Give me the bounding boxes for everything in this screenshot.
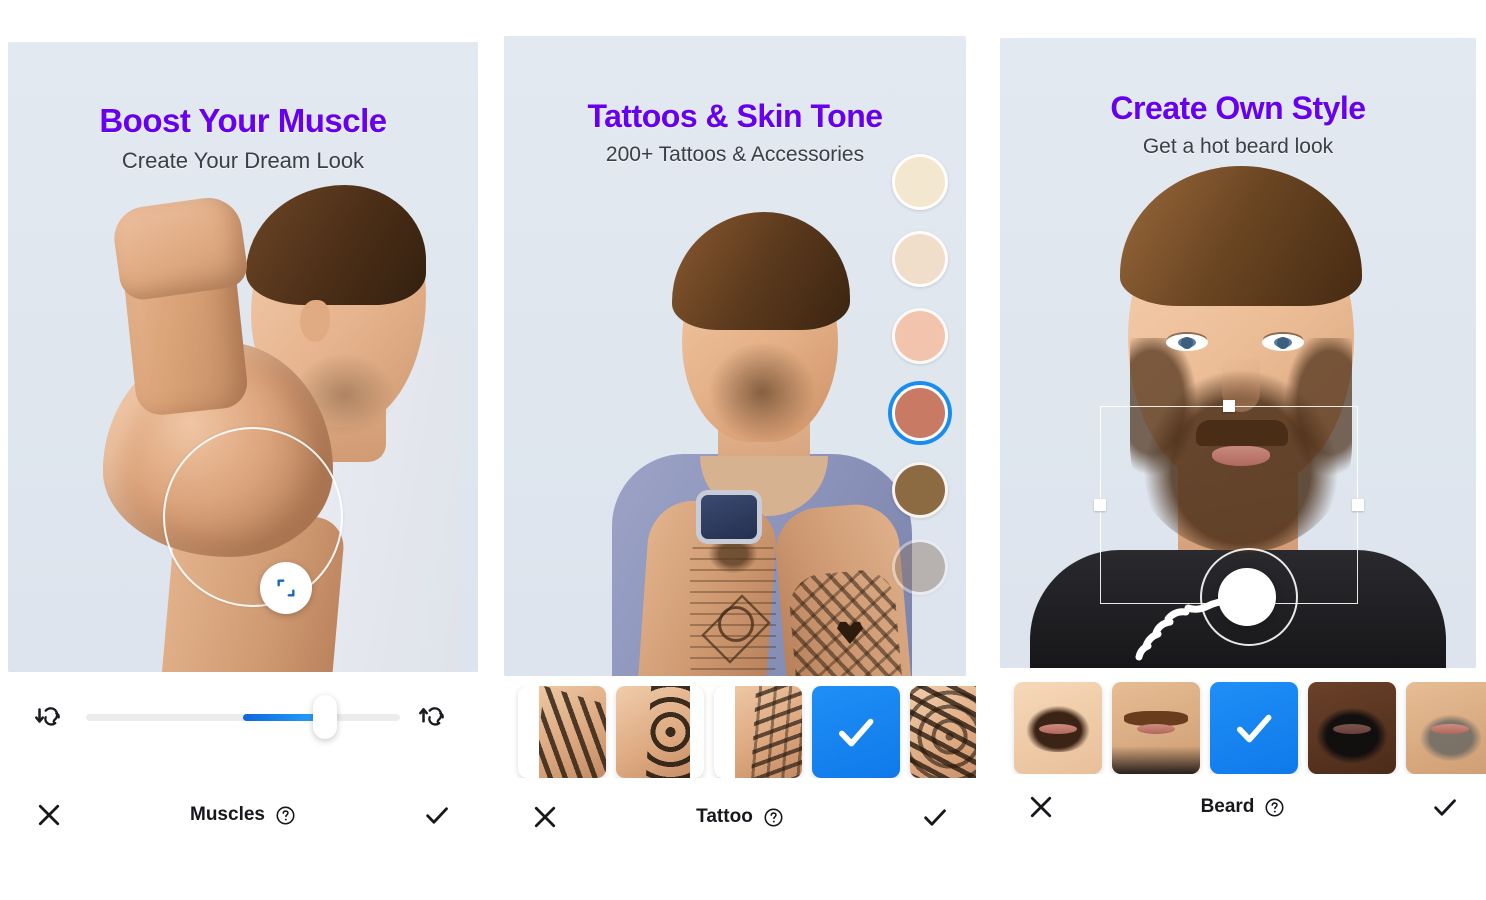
check-icon	[1231, 705, 1277, 751]
hair-shape	[1120, 166, 1362, 306]
page-subtitle: Create Your Dream Look	[121, 148, 365, 173]
help-circle-icon[interactable]	[1264, 797, 1285, 818]
beard-heading: Create Own Style Get a hot beard look	[1000, 90, 1476, 159]
selection-handle-middle-left[interactable]	[1094, 499, 1106, 511]
tattoo-thumb-maori-sleeve[interactable]	[616, 686, 704, 778]
check-icon[interactable]	[1430, 792, 1460, 822]
beard-bottom-bar: Beard	[1000, 792, 1486, 822]
beard-tool-label-group: Beard	[1056, 796, 1430, 818]
muscles-heading: Boost Your Muscle Create Your Dream Look	[8, 102, 478, 174]
muscles-bottom-bar: Muscles	[8, 800, 478, 830]
tool-label: Beard	[1200, 796, 1255, 817]
help-circle-icon[interactable]	[275, 805, 296, 826]
close-icon[interactable]	[530, 802, 560, 832]
tattoo-preview-stage[interactable]: Tattoos & Skin Tone 200+ Tattoos & Acces…	[504, 36, 966, 676]
hair-shape	[246, 185, 426, 305]
muscles-preview-stage[interactable]: Boost Your Muscle Create Your Dream Look	[8, 42, 478, 672]
tattoo-tool-label-group: Tattoo	[560, 806, 920, 828]
tattoo-thumb-tribal-chest[interactable]	[518, 686, 606, 778]
tattoo-thumb-symbols-shoulder[interactable]	[714, 686, 802, 778]
check-icon[interactable]	[422, 800, 452, 830]
tool-label: Muscles	[190, 804, 265, 825]
skin-tone-swatch-deep-brown[interactable]	[892, 539, 948, 595]
tattoo-heading: Tattoos & Skin Tone 200+ Tattoos & Acces…	[504, 98, 966, 167]
smiley-tattoo-art	[718, 606, 754, 642]
close-icon[interactable]	[34, 800, 64, 830]
selection-handle-middle-right[interactable]	[1352, 499, 1364, 511]
muscle-selection-circle[interactable]	[163, 427, 343, 607]
sleeve-tattoo-art	[786, 567, 904, 676]
skin-tone-swatch-terracotta[interactable]	[892, 385, 948, 441]
muscle-slider-thumb[interactable]	[312, 695, 337, 739]
selection-handle-top-center[interactable]	[1223, 400, 1235, 412]
tattoo-thumb-ornamental-arm[interactable]	[910, 686, 976, 778]
help-circle-icon[interactable]	[763, 807, 784, 828]
beard-thumb-selected[interactable]	[1210, 682, 1298, 774]
skin-tone-rail[interactable]	[892, 154, 948, 595]
wristwatch-shape	[696, 490, 762, 544]
tool-label: Tattoo	[696, 806, 753, 827]
muscle-slider-row[interactable]	[8, 695, 478, 739]
check-icon	[833, 709, 879, 755]
panel-muscles: Boost Your Muscle Create Your Dream Look	[8, 0, 478, 900]
muscles-tool-label-group: Muscles	[64, 804, 422, 826]
panel-beard: Create Own Style Get a hot beard look Be…	[1000, 0, 1486, 900]
tap-hand-icon	[1126, 586, 1256, 662]
beard-thumb-handlebar-moustache[interactable]	[1112, 682, 1200, 774]
resize-handle-icon[interactable]	[260, 562, 312, 614]
right-pupil-shape	[1277, 337, 1289, 349]
muscle-slider-track[interactable]	[86, 695, 400, 739]
beard-thumb-full-chinstrap[interactable]	[1014, 682, 1102, 774]
ear-shape	[300, 300, 330, 342]
tattoo-thumb-selected[interactable]	[812, 686, 900, 778]
screenshot-board: Boost Your Muscle Create Your Dream Look	[0, 0, 1486, 900]
muscle-increase-icon[interactable]	[418, 700, 452, 734]
beard-thumbnail-strip[interactable]	[1000, 682, 1486, 774]
beard-thumb-dark-full-beard[interactable]	[1308, 682, 1396, 774]
page-subtitle: Get a hot beard look	[1142, 135, 1334, 158]
muscle-decrease-icon[interactable]	[34, 700, 68, 734]
close-icon[interactable]	[1026, 792, 1056, 822]
beard-thumb-grey-stubble[interactable]	[1406, 682, 1486, 774]
skin-tone-swatch-rose-beige[interactable]	[892, 308, 948, 364]
page-title: Boost Your Muscle	[99, 102, 387, 139]
hair-shape	[672, 212, 850, 330]
beard-preview-stage[interactable]: Create Own Style Get a hot beard look	[1000, 38, 1476, 668]
check-icon[interactable]	[920, 802, 950, 832]
tattoo-thumbnail-strip[interactable]	[504, 686, 976, 778]
beard-shade	[700, 336, 824, 448]
skin-tone-swatch-medium-brown[interactable]	[892, 462, 948, 518]
tattoo-bottom-bar: Tattoo	[504, 802, 976, 832]
panel-tattoo: Tattoos & Skin Tone 200+ Tattoos & Acces…	[504, 0, 976, 900]
skin-tone-swatch-light-beige[interactable]	[892, 231, 948, 287]
fist-shape	[110, 193, 250, 303]
left-pupil-shape	[1181, 337, 1193, 349]
page-title: Create Own Style	[1110, 90, 1366, 126]
page-subtitle: 200+ Tattoos & Accessories	[605, 143, 865, 166]
page-title: Tattoos & Skin Tone	[587, 98, 883, 134]
